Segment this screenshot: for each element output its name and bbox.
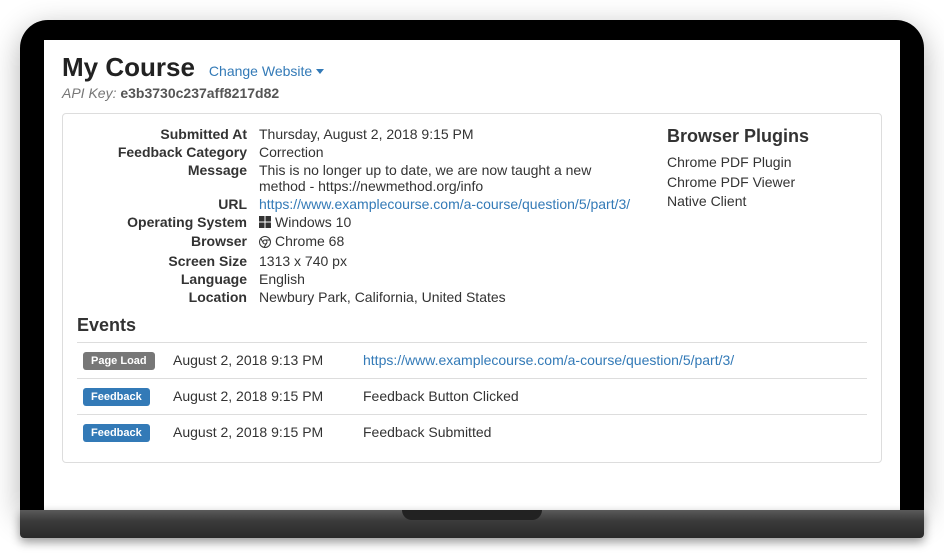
table-row: Feedback August 2, 2018 9:15 PM Feedback… [77,414,867,450]
change-website-label: Change Website [209,63,312,79]
plugins-heading: Browser Plugins [667,126,847,147]
api-key-row: API Key: e3b3730c237aff8217d82 [62,85,882,101]
laptop-screen-border: My Course Change Website API Key: e3b373… [20,20,924,510]
label-browser: Browser [77,233,247,250]
plugin-item: Native Client [667,192,847,212]
laptop-notch [402,510,542,520]
table-row: Feedback August 2, 2018 9:15 PM Feedback… [77,378,867,414]
page-title: My Course [62,52,195,83]
chevron-down-icon [316,69,324,74]
page-content: My Course Change Website API Key: e3b373… [44,40,900,475]
event-time: August 2, 2018 9:15 PM [167,414,357,450]
table-row: Page Load August 2, 2018 9:13 PM https:/… [77,342,867,378]
value-operating-system: Windows 10 [259,214,637,231]
plugin-item: Chrome PDF Viewer [667,173,847,193]
value-feedback-category: Correction [259,144,637,160]
label-screen-size: Screen Size [77,253,247,269]
events-table: Page Load August 2, 2018 9:13 PM https:/… [77,342,867,450]
value-location: Newbury Park, California, United States [259,289,637,305]
url-link[interactable]: https://www.examplecourse.com/a-course/q… [259,196,630,212]
event-time: August 2, 2018 9:15 PM [167,378,357,414]
event-url-link[interactable]: https://www.examplecourse.com/a-course/q… [363,352,734,368]
plugin-item: Chrome PDF Plugin [667,153,847,173]
value-screen-size: 1313 x 740 px [259,253,637,269]
label-url: URL [77,196,247,212]
header-row: My Course Change Website [62,52,882,83]
event-badge-feedback: Feedback [83,388,150,406]
label-language: Language [77,271,247,287]
os-text: Windows 10 [275,214,351,230]
chrome-icon [259,235,271,251]
windows-icon [259,215,271,231]
api-key-label: API Key: [62,85,116,101]
browser-plugins: Browser Plugins Chrome PDF Plugin Chrome… [667,126,847,305]
event-detail: https://www.examplecourse.com/a-course/q… [357,342,867,378]
value-language: English [259,271,637,287]
label-operating-system: Operating System [77,214,247,231]
laptop-frame: My Course Change Website API Key: e3b373… [20,20,924,538]
event-badge-feedback: Feedback [83,424,150,442]
event-detail: Feedback Submitted [357,414,867,450]
label-feedback-category: Feedback Category [77,144,247,160]
event-time: August 2, 2018 9:13 PM [167,342,357,378]
label-message: Message [77,162,247,194]
browser-text: Chrome 68 [275,233,344,249]
events-heading: Events [77,315,867,336]
api-key-value: e3b3730c237aff8217d82 [120,85,279,101]
details-table: Submitted At Thursday, August 2, 2018 9:… [77,126,637,305]
value-submitted-at: Thursday, August 2, 2018 9:15 PM [259,126,637,142]
value-message: This is no longer up to date, we are now… [259,162,637,194]
event-badge-page-load: Page Load [83,352,155,370]
label-location: Location [77,289,247,305]
laptop-screen: My Course Change Website API Key: e3b373… [44,40,900,510]
feedback-panel: Submitted At Thursday, August 2, 2018 9:… [62,113,882,463]
event-detail: Feedback Button Clicked [357,378,867,414]
value-url: https://www.examplecourse.com/a-course/q… [259,196,637,212]
value-browser: Chrome 68 [259,233,637,250]
details-row: Submitted At Thursday, August 2, 2018 9:… [77,126,867,305]
laptop-base [20,510,924,538]
label-submitted-at: Submitted At [77,126,247,142]
change-website-link[interactable]: Change Website [209,63,324,79]
